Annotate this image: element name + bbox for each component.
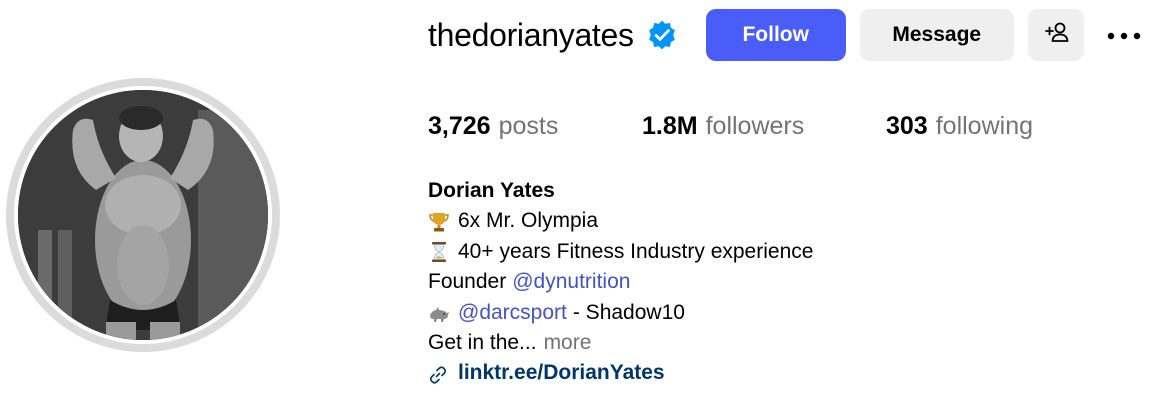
bio-line: 6x Mr. Olympia [428,206,1128,236]
profile-stats: 3,726 posts 1.8M followers 303 following [428,110,1033,142]
bio-experience-text: 40+ years Fitness Industry experience [458,239,814,263]
following-value: 303 [886,111,928,140]
trophy-icon [428,211,450,233]
bio-founder-text: Founder [428,270,507,294]
suggest-people-button[interactable] [1027,9,1084,61]
more-options-button[interactable] [1104,15,1144,55]
bio-link-line[interactable]: linktr.ee/DorianYates [428,358,1128,388]
profile-bio: Dorian Yates 6x Mr. Olympia 40+ years Fi… [428,176,1128,389]
bio-code-text: - Shadow10 [572,300,685,324]
profile-title-row: thedorianyates Follow Message [428,8,1144,62]
full-name: Dorian Yates [428,179,555,202]
external-link[interactable]: linktr.ee/DorianYates [458,358,665,388]
posts-value: 3,726 [428,111,491,140]
followers-label: followers [705,111,805,140]
bio-titles-text: 6x Mr. Olympia [458,209,599,233]
rhino-icon [428,302,450,324]
bio-line: @darcsport - Shadow10 [428,298,1128,328]
bio-line: 40+ years Fitness Industry experience [428,237,1128,267]
bio-line: Founder @dynutrition [428,267,1128,297]
avatar[interactable] [14,86,272,344]
followers-value: 1.8M [642,111,698,140]
follow-button[interactable]: Follow [705,9,846,61]
bio-more-button[interactable]: more [544,328,592,358]
bio-line: Get in the... more [428,328,1128,358]
link-icon [428,364,448,384]
mention-link[interactable]: @darcsport [458,298,567,328]
profile-header: thedorianyates Follow Message 3,726 post… [0,0,1167,410]
mention-link[interactable]: @dynutrition [512,267,630,297]
followers-count[interactable]: 1.8M followers [642,112,886,141]
following-label: following [935,111,1033,140]
bio-name-line: Dorian Yates [428,176,1128,206]
message-button[interactable]: Message [859,9,1014,61]
verified-badge-icon [646,19,678,51]
avatar-ring [6,78,280,352]
avatar-photo [18,90,268,340]
posts-count[interactable]: 3,726 posts [428,112,642,141]
add-person-icon [1043,20,1069,50]
hourglass-icon [428,241,450,263]
bio-truncated-text: Get in the... [428,330,537,354]
username: thedorianyates [428,16,634,53]
more-horizontal-icon [1106,23,1142,47]
following-count[interactable]: 303 following [886,112,1033,141]
posts-label: posts [498,111,559,140]
